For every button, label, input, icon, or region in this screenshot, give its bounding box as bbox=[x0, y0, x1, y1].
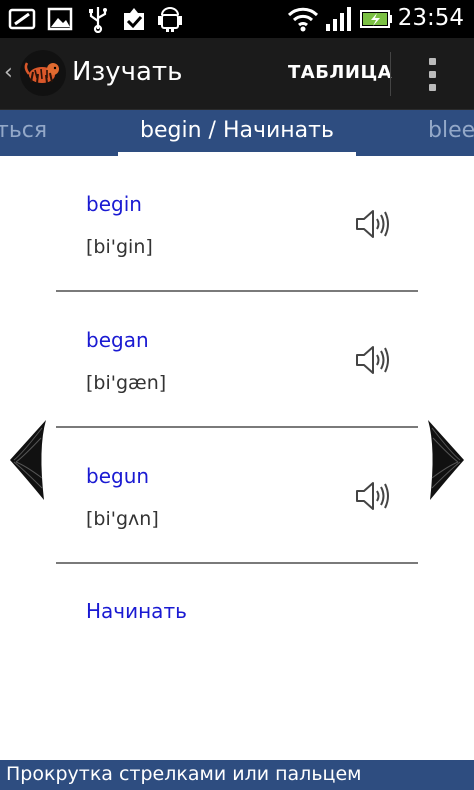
battery-charging-icon bbox=[360, 10, 392, 28]
speaker-icon[interactable] bbox=[354, 480, 390, 512]
word-form-row: began [bi'gæn] bbox=[0, 292, 474, 428]
tab-current[interactable]: begin / Начинать bbox=[0, 118, 474, 143]
usb-icon bbox=[89, 7, 107, 33]
next-arrow-icon[interactable] bbox=[426, 418, 466, 502]
wifi-icon bbox=[287, 7, 319, 32]
previous-arrow-icon[interactable] bbox=[8, 418, 48, 502]
clock: 23:54 bbox=[397, 5, 464, 31]
transcription: [bi'gʌn] bbox=[86, 508, 159, 530]
back-chevron-icon[interactable]: ‹ bbox=[4, 60, 13, 85]
status-bar: 23:54 bbox=[0, 0, 474, 38]
android-icon bbox=[158, 7, 182, 32]
footer-hint-bar: Прокрутка стрелками или пальцем bbox=[0, 760, 474, 790]
translation-text: Начинать bbox=[86, 599, 187, 623]
transcription: [bi'gæn] bbox=[86, 372, 167, 394]
screen-sync-icon bbox=[8, 8, 36, 30]
speaker-icon[interactable] bbox=[354, 344, 390, 376]
word-form-row: begin [bi'gin] bbox=[0, 156, 474, 292]
speaker-icon[interactable] bbox=[354, 208, 390, 240]
checkbox-icon bbox=[124, 8, 144, 30]
word-form: begin bbox=[86, 192, 142, 216]
action-bar-divider bbox=[390, 52, 391, 96]
app-logo[interactable] bbox=[20, 50, 66, 96]
tab-strip[interactable]: ться begin / Начинать blee bbox=[0, 110, 474, 156]
tiger-logo-icon bbox=[20, 50, 66, 96]
transcription: [bi'gin] bbox=[86, 236, 153, 258]
footer-hint-text: Прокрутка стрелками или пальцем bbox=[6, 763, 362, 785]
signal-icon bbox=[326, 7, 351, 31]
word-form: begun bbox=[86, 464, 150, 488]
word-form-row: begun [bi'gʌn] bbox=[0, 428, 474, 564]
image-icon bbox=[47, 7, 73, 31]
table-button[interactable]: ТАБЛИЦА bbox=[288, 62, 392, 83]
action-bar-title: Изучать bbox=[72, 57, 183, 87]
word-card: begin [bi'gin] began [bi'gæn] begun [bi'… bbox=[0, 156, 474, 760]
word-form: began bbox=[86, 328, 149, 352]
row-divider bbox=[56, 562, 418, 564]
overflow-menu-icon[interactable] bbox=[420, 54, 444, 94]
action-bar: ‹ Изучать ТАБЛИЦА bbox=[0, 38, 474, 110]
tab-next[interactable]: blee bbox=[428, 118, 474, 143]
